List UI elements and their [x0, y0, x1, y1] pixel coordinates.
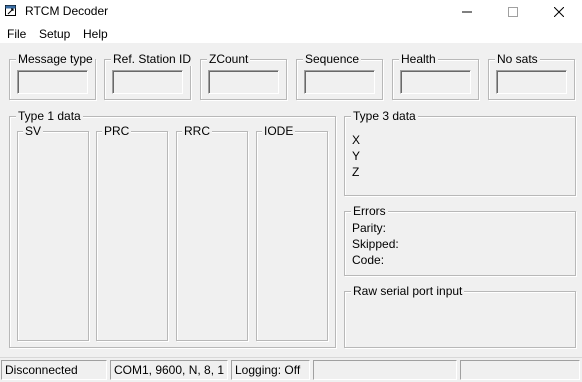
menu-setup[interactable]: Setup	[39, 27, 70, 41]
menu-bar: File Setup Help	[0, 23, 582, 43]
status-panel-empty-1	[313, 360, 457, 380]
errors-label-parity: Parity:	[352, 221, 387, 235]
raw-serial-input-group: Raw serial port input	[344, 284, 576, 348]
type3-label-x: X	[352, 133, 361, 147]
raw-serial-input-title: Raw serial port input	[351, 284, 465, 298]
type3-label-z: Z	[352, 165, 360, 179]
status-connection: Disconnected	[1, 360, 107, 380]
errors-label-code: Code:	[352, 253, 385, 267]
errors-title: Errors	[351, 204, 388, 218]
type1-column-sv: SV	[17, 124, 89, 341]
health-label: Health	[399, 52, 438, 66]
column-header-rrc: RRC	[182, 124, 212, 138]
health-group: Health	[392, 52, 479, 100]
errors-label-skipped: Skipped:	[352, 237, 399, 251]
sequence-label: Sequence	[303, 52, 362, 66]
no-sats-field	[496, 70, 567, 94]
minimize-icon	[462, 11, 472, 12]
column-header-iode: IODE	[262, 124, 296, 138]
type3-data-group: Type 3 data X Y Z	[344, 109, 576, 196]
type1-data-group: Type 1 data SV PRC RRC IODE	[9, 109, 336, 348]
type3-data-title: Type 3 data	[351, 109, 418, 123]
zcount-field	[208, 70, 279, 94]
status-panel-empty-2	[460, 360, 580, 380]
ref-station-id-label: Ref. Station ID	[111, 52, 194, 66]
type1-data-title: Type 1 data	[16, 109, 83, 123]
menu-file[interactable]: File	[7, 27, 26, 41]
close-button[interactable]	[536, 0, 582, 23]
message-type-group: Message type	[9, 52, 96, 100]
type3-label-y: Y	[352, 149, 361, 163]
menu-help[interactable]: Help	[83, 27, 108, 41]
column-header-prc: PRC	[102, 124, 132, 138]
no-sats-label: No sats	[495, 52, 540, 66]
ref-station-id-field	[112, 70, 183, 94]
window-title: RTCM Decoder	[25, 4, 109, 18]
minimize-button[interactable]	[444, 0, 490, 23]
close-icon	[554, 6, 564, 17]
no-sats-group: No sats	[488, 52, 575, 100]
title-bar[interactable]: RTCM Decoder	[0, 0, 582, 23]
status-port-settings: COM1, 9600, N, 8, 1	[110, 360, 228, 380]
app-icon	[5, 5, 16, 16]
sequence-group: Sequence	[296, 52, 383, 100]
ref-station-id-group: Ref. Station ID	[104, 52, 194, 100]
zcount-group: ZCount	[200, 52, 287, 100]
status-logging: Logging: Off	[231, 360, 310, 380]
maximize-icon	[508, 6, 518, 17]
type1-column-rrc: RRC	[176, 124, 248, 341]
zcount-label: ZCount	[207, 52, 251, 66]
errors-group: Errors Parity: Skipped: Code:	[344, 204, 576, 276]
message-type-field	[17, 70, 88, 94]
health-field	[400, 70, 471, 94]
status-bar: Disconnected COM1, 9600, N, 8, 1 Logging…	[0, 357, 582, 382]
type1-column-iode: IODE	[256, 124, 328, 341]
maximize-button[interactable]	[490, 0, 536, 23]
sequence-field	[304, 70, 375, 94]
column-header-sv: SV	[23, 124, 44, 138]
type1-column-prc: PRC	[96, 124, 168, 341]
message-type-label: Message type	[16, 52, 95, 66]
